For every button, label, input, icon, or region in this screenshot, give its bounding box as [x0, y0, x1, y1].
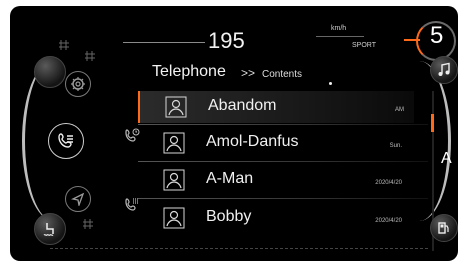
unit-line	[316, 36, 364, 37]
gear-indicator: 5	[430, 22, 444, 49]
navigation-button[interactable]	[65, 186, 91, 212]
list-item[interactable]: Bobby 2020/4/20	[138, 202, 412, 234]
speed-unit: km/h	[331, 25, 347, 32]
contact-name: Abandom	[208, 97, 277, 114]
seat-heat-button[interactable]	[34, 213, 66, 245]
seat-heat-icon	[43, 223, 54, 236]
list-item[interactable]: Abandom AM	[138, 91, 414, 123]
page-title: Telephone	[152, 63, 226, 80]
divider	[138, 124, 428, 125]
status-dot	[329, 82, 332, 85]
bottom-divider	[50, 248, 430, 249]
right-arc	[388, 61, 451, 221]
phone-book-icon	[58, 133, 73, 148]
settings-icon	[71, 77, 85, 91]
list-item[interactable]: A-Man 2020/4/20	[138, 164, 412, 196]
contact-icon	[163, 207, 185, 229]
divider	[138, 161, 428, 162]
contact-icon	[165, 96, 187, 118]
contact-name: A-Man	[206, 170, 254, 187]
fuel-icon	[438, 222, 449, 234]
scrollbar-thumb[interactable]	[431, 114, 434, 132]
speed-readout: 195	[208, 28, 245, 53]
hash-mark	[83, 219, 93, 229]
speed-line	[123, 42, 205, 43]
breadcrumb-separator: >>	[241, 66, 256, 80]
infotainment-screen: 195 km/h SPORT 5 Telephone >> Contents A…	[10, 6, 458, 261]
contact-icon	[163, 169, 185, 191]
phone-book-button[interactable]	[48, 123, 84, 159]
contact-icon	[163, 132, 185, 154]
list-item[interactable]: Amol-Danfus Sun.	[138, 127, 412, 159]
music-button[interactable]	[430, 56, 458, 84]
left-knob-top[interactable]	[34, 56, 66, 88]
index-letter[interactable]: A	[441, 150, 452, 168]
contact-name: Bobby	[206, 208, 252, 225]
fuel-button[interactable]	[430, 214, 458, 242]
hash-mark	[85, 51, 95, 61]
settings-button[interactable]	[65, 71, 91, 97]
contact-name: Amol-Danfus	[206, 133, 299, 150]
divider	[138, 198, 428, 199]
breadcrumb-sub: Contents	[262, 69, 303, 80]
hash-mark	[59, 40, 69, 50]
navigation-icon	[71, 192, 85, 206]
music-icon	[438, 62, 450, 76]
drive-mode: SPORT	[352, 42, 376, 49]
